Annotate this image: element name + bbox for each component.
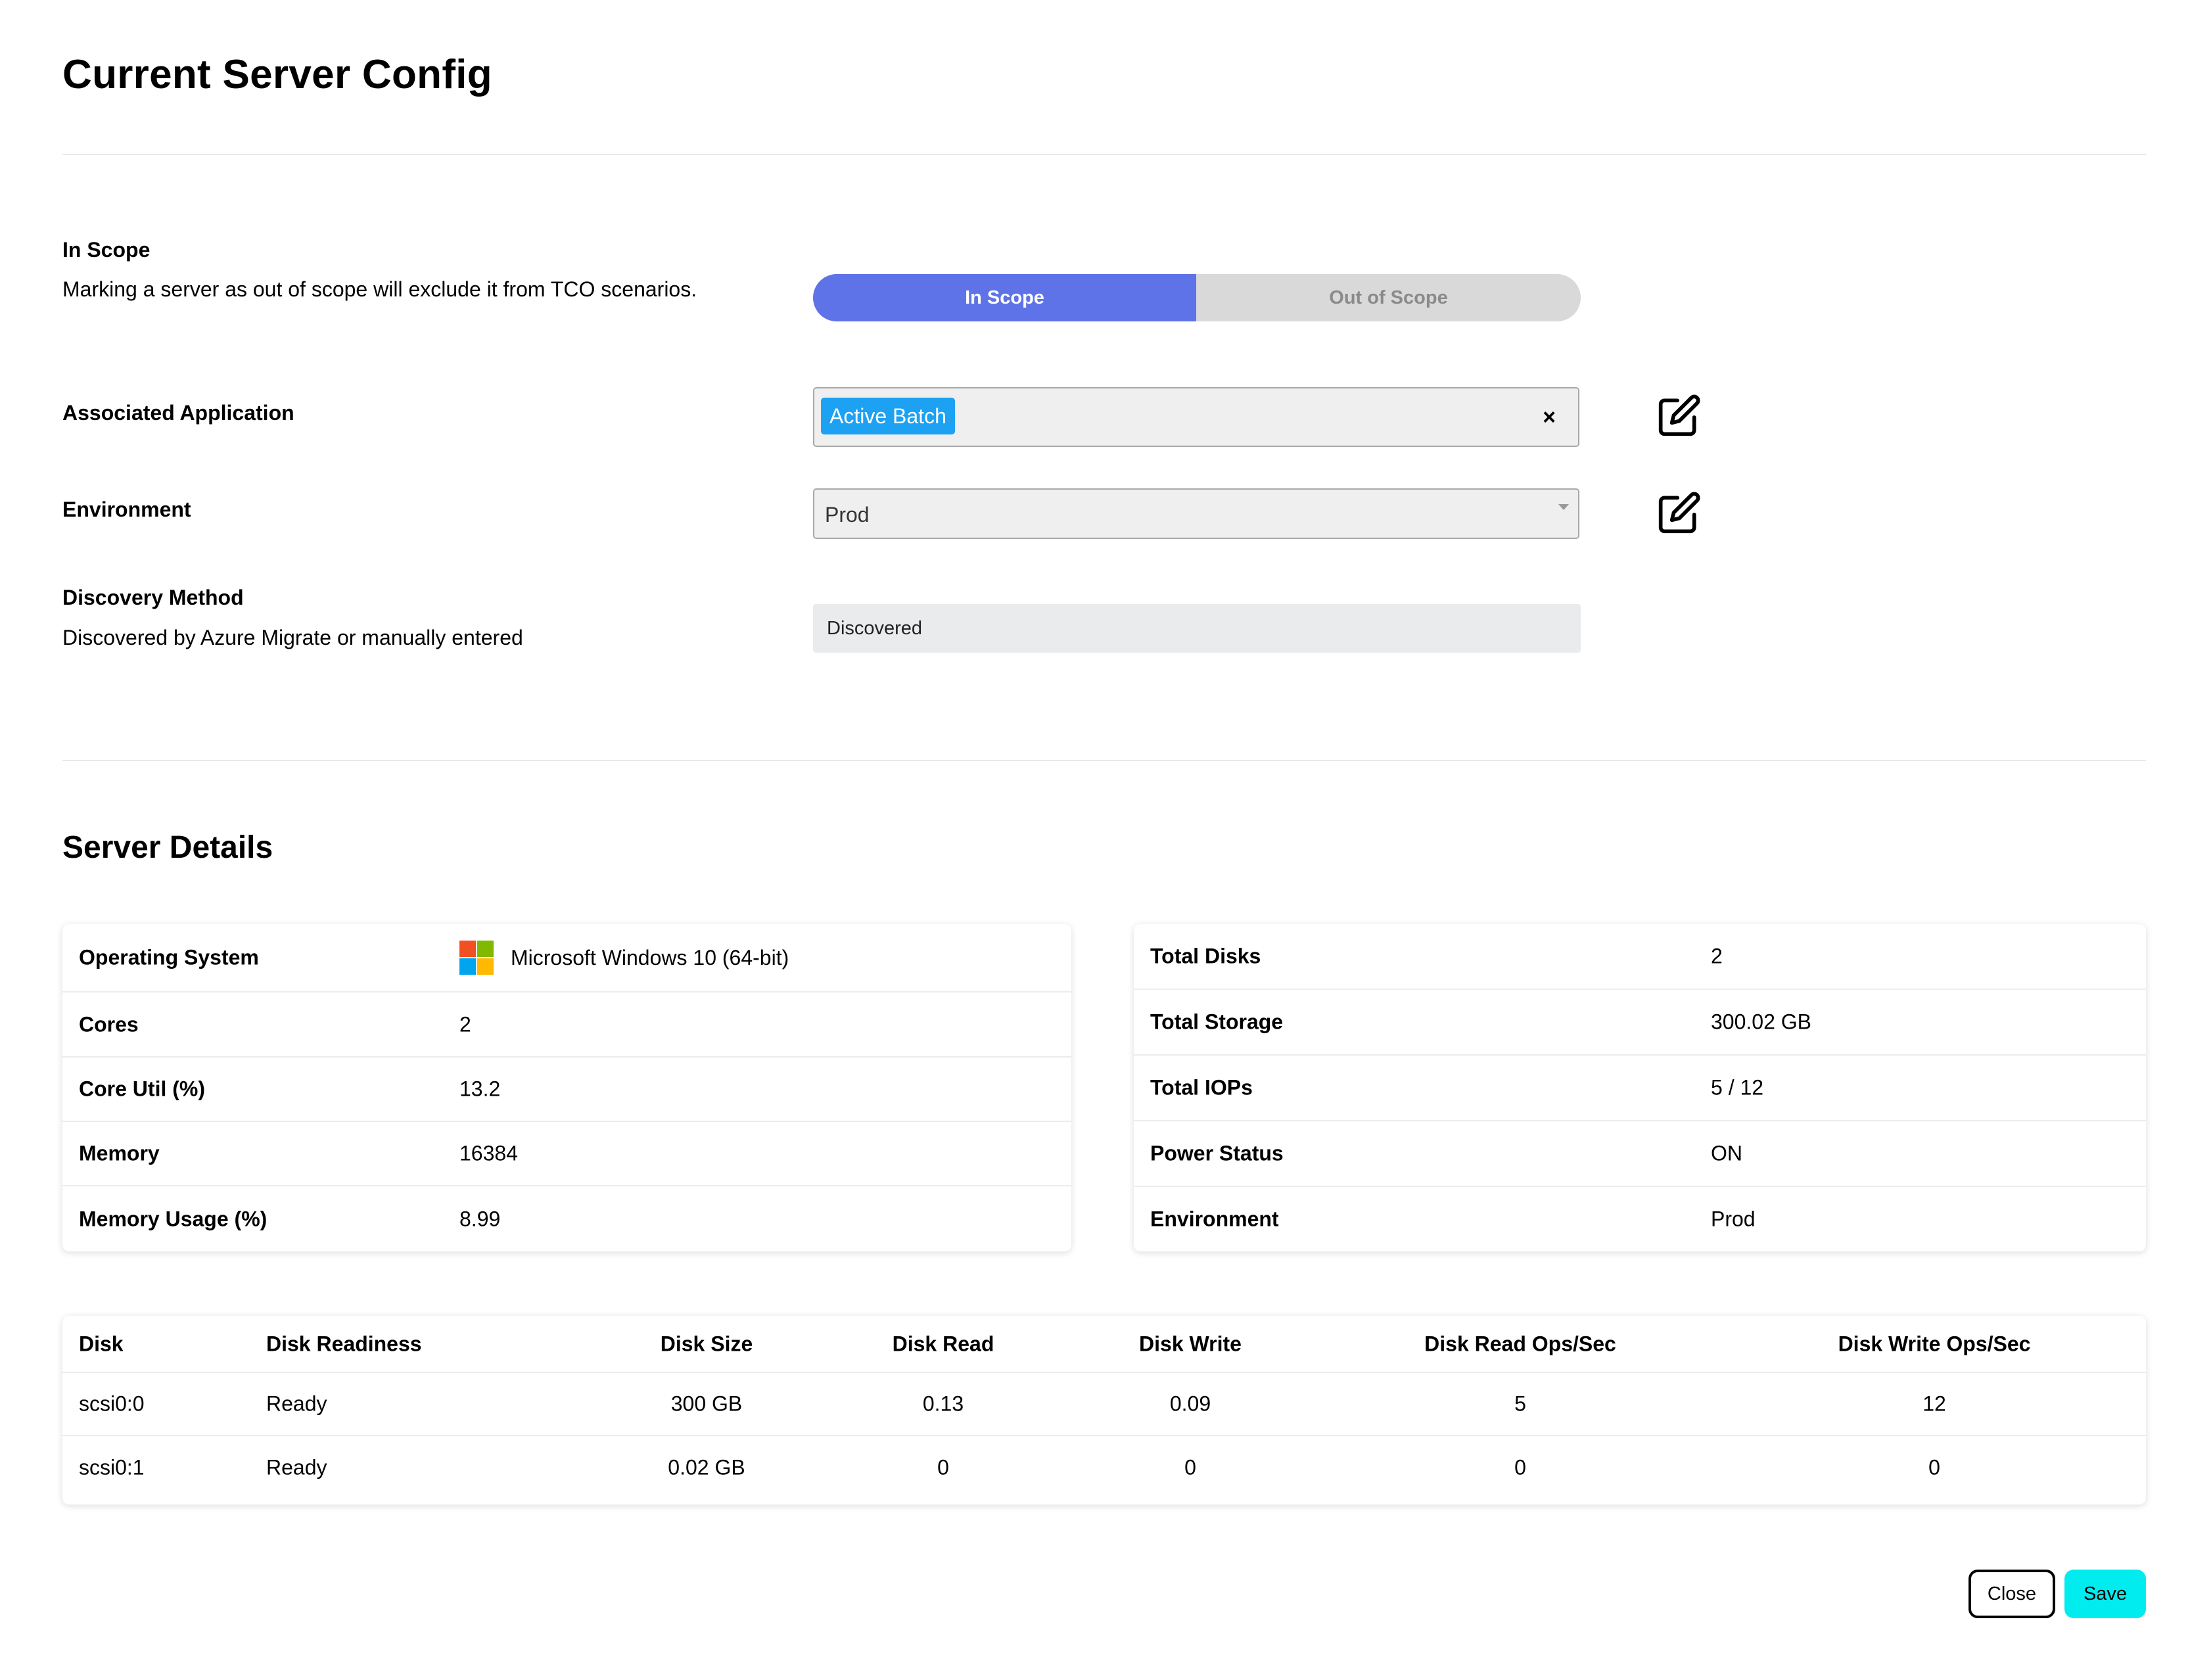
detail-value: Prod	[1711, 1207, 1756, 1231]
server-config-page: Current Server Config In Scope Marking a…	[62, 0, 2146, 1680]
server-details-card-right: Total Disks 2 Total Storage 300.02 GB To…	[1134, 924, 2146, 1251]
detail-key: Memory	[79, 1141, 160, 1165]
detail-value: 5 / 12	[1711, 1075, 1764, 1100]
cell-disk-read-ops: 5	[1514, 1391, 1526, 1416]
cell-disk-read: 0.13	[922, 1391, 964, 1416]
detail-value: 2	[459, 1012, 471, 1036]
detail-value: Microsoft Windows 10 (64-bit)	[459, 941, 789, 975]
discovery-method-value: Discovered	[827, 618, 923, 639]
detail-row-total-iops: Total IOPs 5 / 12	[1134, 1056, 2146, 1121]
detail-key: Operating System	[79, 945, 259, 969]
edit-environment-icon[interactable]	[1657, 490, 1702, 535]
detail-key: Total IOPs	[1150, 1075, 1253, 1100]
detail-row-core-util: Core Util (%) 13.2	[62, 1058, 1071, 1122]
section-divider	[62, 760, 2146, 761]
detail-key: Total Disks	[1150, 944, 1261, 968]
header-divider	[62, 154, 2146, 155]
cell-disk-readiness: Ready	[266, 1455, 327, 1480]
detail-row-power-status: Power Status ON	[1134, 1121, 2146, 1187]
detail-key: Memory Usage (%)	[79, 1207, 268, 1230]
cell-disk: scsi0:0	[79, 1391, 145, 1416]
scope-label: In Scope	[62, 238, 151, 262]
detail-value: 2	[1711, 944, 1723, 968]
cell-disk-readiness: Ready	[266, 1391, 327, 1416]
cell-disk: scsi0:1	[79, 1455, 145, 1480]
column-header-disk-readiness: Disk Readiness	[266, 1332, 422, 1355]
scope-option-in-scope[interactable]: In Scope	[813, 274, 1196, 321]
column-header-disk: Disk	[79, 1332, 124, 1355]
detail-row-memory: Memory 16384	[62, 1122, 1071, 1186]
discovery-method-description: Discovered by Azure Migrate or manually …	[62, 626, 523, 649]
detail-value: 16384	[459, 1141, 518, 1165]
detail-key: Cores	[79, 1012, 139, 1036]
detail-key: Environment	[1150, 1207, 1279, 1231]
environment-label: Environment	[62, 498, 191, 521]
detail-row-environment: Environment Prod	[1134, 1187, 2146, 1251]
detail-row-total-disks: Total Disks 2	[1134, 924, 2146, 990]
operating-system-value: Microsoft Windows 10 (64-bit)	[511, 945, 789, 969]
detail-row-total-storage: Total Storage 300.02 GB	[1134, 990, 2146, 1056]
cell-disk-write: 0.09	[1169, 1391, 1211, 1416]
cell-disk-write-ops: 0	[1928, 1455, 1940, 1480]
column-header-disk-read-ops: Disk Read Ops/Sec	[1424, 1332, 1616, 1355]
clear-icon[interactable]: ×	[1543, 404, 1556, 431]
detail-key: Power Status	[1150, 1141, 1284, 1165]
cell-disk-write: 0	[1184, 1455, 1196, 1480]
chevron-down-icon	[1558, 504, 1569, 510]
discovery-method-label: Discovery Method	[62, 586, 244, 609]
column-header-disk-size: Disk Size	[660, 1332, 753, 1355]
detail-row-cores: Cores 2	[62, 992, 1071, 1058]
scope-toggle[interactable]: In Scope Out of Scope	[813, 274, 1581, 321]
cell-disk-write-ops: 12	[1922, 1391, 1946, 1416]
discovery-method-field: Discovered	[813, 604, 1581, 653]
environment-select[interactable]: Prod	[813, 488, 1579, 539]
associated-application-label: Associated Application	[62, 401, 294, 425]
detail-value: 300.02 GB	[1711, 1010, 1811, 1034]
server-details-card-left: Operating System Microsoft Windows 10 (6…	[62, 924, 1071, 1251]
scope-option-out-of-scope[interactable]: Out of Scope	[1196, 274, 1581, 321]
cell-disk-size: 0.02 GB	[668, 1455, 745, 1480]
close-button[interactable]: Close	[1969, 1570, 2055, 1618]
scope-description: Marking a server as out of scope will ex…	[62, 277, 697, 301]
disk-table-header: Disk Disk Readiness Disk Size Disk Read …	[62, 1316, 2146, 1373]
save-button[interactable]: Save	[2064, 1570, 2146, 1618]
table-row: scsi0:0 Ready 300 GB 0.13 0.09 5 12	[62, 1373, 2146, 1436]
detail-key: Core Util (%)	[79, 1077, 205, 1101]
disk-table: Disk Disk Readiness Disk Size Disk Read …	[62, 1316, 2146, 1505]
detail-row-operating-system: Operating System Microsoft Windows 10 (6…	[62, 924, 1071, 992]
cell-disk-read-ops: 0	[1514, 1455, 1526, 1480]
column-header-disk-write-ops: Disk Write Ops/Sec	[1838, 1332, 2031, 1355]
column-header-disk-read: Disk Read	[892, 1332, 994, 1355]
cell-disk-size: 300 GB	[670, 1391, 743, 1416]
table-row: scsi0:1 Ready 0.02 GB 0 0 0 0	[62, 1436, 2146, 1499]
windows-logo-icon	[459, 941, 494, 975]
detail-key: Total Storage	[1150, 1010, 1284, 1034]
associated-application-input[interactable]: Active Batch ×	[813, 387, 1579, 447]
column-header-disk-write: Disk Write	[1139, 1332, 1242, 1355]
detail-value: 8.99	[459, 1207, 501, 1230]
server-details-title: Server Details	[62, 830, 273, 865]
detail-row-memory-usage: Memory Usage (%) 8.99	[62, 1186, 1071, 1251]
detail-value: ON	[1711, 1141, 1742, 1165]
cell-disk-read: 0	[937, 1455, 949, 1480]
detail-value: 13.2	[459, 1077, 501, 1101]
application-tag[interactable]: Active Batch	[821, 398, 955, 434]
environment-select-value: Prod	[825, 503, 870, 526]
page-title: Current Server Config	[62, 52, 492, 97]
edit-application-icon[interactable]	[1657, 393, 1702, 438]
